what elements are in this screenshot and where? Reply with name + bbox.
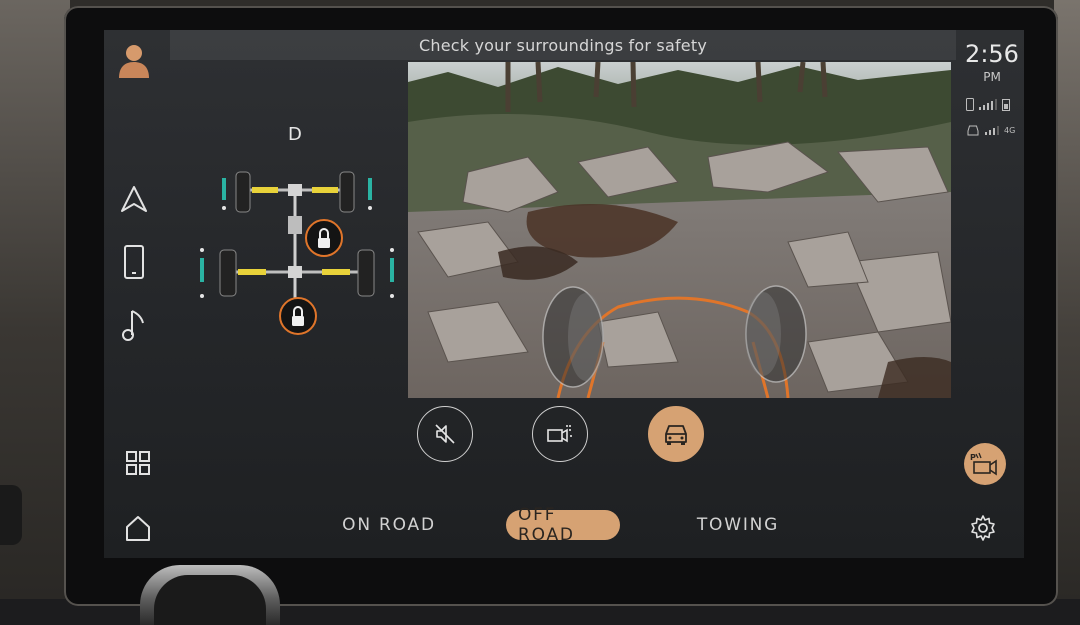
tab-off-road[interactable]: OFF ROAD	[506, 505, 620, 545]
parking-camera-button[interactable]: P	[964, 443, 1006, 485]
mute-camera-audio-button[interactable]	[417, 406, 473, 462]
gear-selector-knob	[140, 565, 280, 625]
tab-off-road-label: OFF ROAD	[518, 505, 575, 545]
profile-icon[interactable]	[117, 43, 151, 78]
gear-indicator: D	[288, 124, 302, 145]
music-icon[interactable]	[117, 308, 151, 342]
camera-feed-image	[408, 62, 951, 398]
safety-banner: Check your surroundings for safety	[170, 30, 956, 60]
vehicle-view-button[interactable]	[648, 406, 704, 462]
camera-switch-icon	[547, 425, 572, 443]
speaker-muted-icon	[435, 424, 455, 444]
phone-status-row	[966, 96, 1022, 112]
settings-button[interactable]	[966, 511, 1000, 545]
clock-ampm: PM	[983, 70, 1001, 84]
car-signal-icon	[985, 126, 999, 135]
apps-grid-icon[interactable]	[121, 446, 155, 480]
right-front-wheel-overlay	[745, 285, 807, 383]
left-front-wheel-overlay	[542, 286, 604, 388]
gear-icon	[971, 515, 995, 541]
battery-icon	[1002, 98, 1010, 111]
front-spring-left	[252, 187, 278, 193]
tab-on-road-label: ON ROAD	[342, 515, 436, 535]
tab-on-road[interactable]: ON ROAD	[336, 510, 442, 540]
car-front-icon	[665, 425, 687, 445]
car-connectivity-icon	[967, 125, 979, 136]
phone-icon[interactable]	[117, 245, 151, 279]
rear-diff-lock-icon	[279, 297, 317, 335]
infotainment-screen: Check your surroundings for safety 2:56 …	[104, 30, 1024, 558]
home-icon[interactable]	[121, 511, 155, 545]
svg-text:P: P	[970, 453, 976, 462]
network-type-label: 4G	[1004, 125, 1016, 135]
drivetrain-diagram	[200, 171, 394, 335]
safety-banner-text: Check your surroundings for safety	[418, 35, 707, 55]
air-vent	[0, 485, 22, 545]
navigation-icon[interactable]	[117, 182, 151, 216]
car-status-row: 4G	[966, 122, 1022, 138]
clock-time: 2:56	[965, 40, 1019, 68]
parking-camera-icon: P	[970, 452, 997, 476]
signal-strength-icon	[979, 99, 997, 110]
tab-towing[interactable]: TOWING	[688, 510, 788, 540]
camera-switch-button[interactable]	[532, 406, 588, 462]
phone-status-icon	[966, 97, 974, 111]
center-diff-lock-icon	[305, 219, 343, 257]
front-spring-right	[312, 187, 338, 193]
tab-towing-label: TOWING	[696, 515, 780, 535]
terrain-camera-view[interactable]	[408, 62, 951, 398]
